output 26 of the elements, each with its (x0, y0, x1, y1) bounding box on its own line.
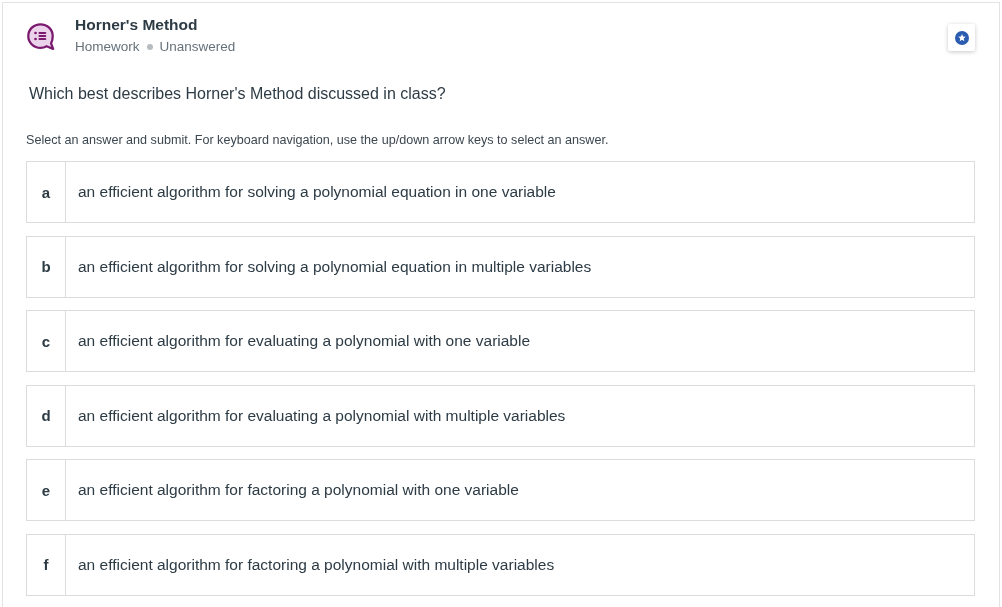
answer-option[interactable]: b an efficient algorithm for solving a polynomial equation in multiple variables (26, 235, 975, 298)
question-text: Which best describes Horner's Method discussed in class? (29, 84, 447, 104)
item-category: Homework (75, 38, 140, 56)
option-letter: d (27, 385, 66, 446)
option-text: an efficient algorithm for factoring a polynomial with one variable (77, 480, 519, 500)
answer-option[interactable]: c an efficient algorithm for evaluating a polynomial with one variable (26, 310, 975, 372)
option-text: an efficient algorithm for solving a polynomial equation in one variable (77, 182, 556, 202)
answer-option[interactable]: e an efficient algorithm for factoring a polynomial with one variable (26, 459, 975, 521)
bookmark-button[interactable] (948, 24, 975, 51)
answer-option[interactable]: d an efficient algorithm for evaluating a polynomial with multiple variables (26, 384, 975, 447)
option-text: an efficient algorithm for evaluating a polynomial with one variable (77, 331, 531, 351)
separator-dot-icon (146, 44, 153, 50)
chat-bubble-list-icon (26, 22, 55, 51)
option-text: an efficient algorithm for factoring a polynomial with multiple variables (77, 554, 555, 575)
item-status: Unanswered (159, 38, 236, 56)
option-letter: f (27, 534, 66, 595)
instructions-text: Select an answer and submit. For keyboard navigation, use the up/down arrow keys to select an answer. (26, 132, 610, 149)
answer-option[interactable]: f an efficient algorithm for factoring a polynomial with multiple variables (26, 533, 975, 596)
option-letter: c (27, 311, 66, 371)
option-letter: e (27, 460, 66, 520)
item-title: Horner's Method (75, 15, 199, 35)
option-text: an efficient algorithm for solving a polynomial equation in multiple variables (77, 256, 592, 277)
answer-option[interactable]: a an efficient algorithm for solving a polynomial equation in one variable (26, 161, 975, 223)
option-letter: b (27, 236, 66, 297)
option-letter: a (27, 162, 66, 222)
option-text: an efficient algorithm for evaluating a polynomial with multiple variables (77, 405, 566, 426)
